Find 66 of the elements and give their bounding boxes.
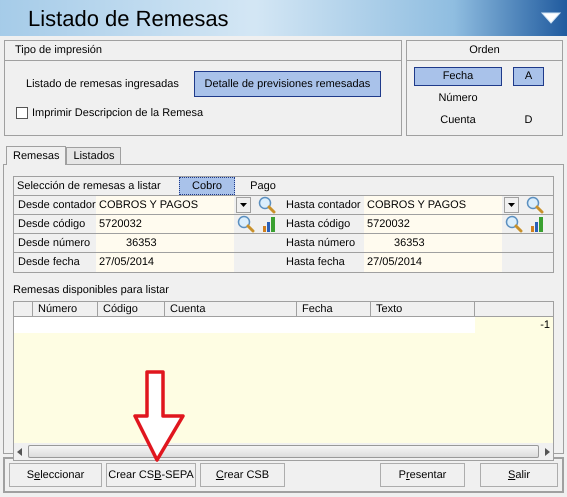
bar-chart-icon[interactable] — [530, 216, 544, 232]
field-label: Hasta código — [285, 216, 352, 232]
magnifier-icon[interactable] — [257, 196, 277, 214]
caret-icon — [508, 203, 515, 207]
field-value: COBROS Y PAGOS — [367, 198, 466, 213]
dropdown-button[interactable] — [504, 197, 519, 213]
bar-chart-icon[interactable] — [262, 216, 276, 232]
checkbox-label: Imprimir Descripcion de la Remesa — [32, 106, 204, 121]
field-value: 5720032 — [367, 216, 410, 232]
input-field[interactable]: 5720032 — [364, 215, 502, 233]
type-option[interactable]: Cobro — [179, 177, 235, 195]
action-button[interactable]: Seleccionar — [9, 463, 102, 487]
input-field[interactable]: 5720032 — [96, 215, 234, 233]
sort-direction-button[interactable]: D — [513, 110, 544, 130]
right-arrow-icon[interactable] — [545, 448, 550, 456]
field-label: Desde contador — [17, 198, 96, 213]
action-button[interactable]: Crear CSB-SEPA — [106, 463, 196, 487]
column-header[interactable]: Código — [98, 302, 165, 316]
field-label: Desde número — [17, 236, 92, 251]
column-header[interactable]: Cuenta — [165, 302, 297, 316]
print-option[interactable]: Listado de remesas ingresadas — [19, 71, 186, 97]
panel-title: Tipo de impresión — [15, 43, 102, 58]
field-label: Desde código — [17, 216, 86, 232]
field-value: 5720032 — [99, 216, 142, 232]
field-value: COBROS Y PAGOS — [99, 198, 198, 213]
left-arrow-icon[interactable] — [17, 448, 22, 456]
tab[interactable]: Listados — [66, 147, 122, 164]
input-field[interactable]: 36353 — [364, 234, 502, 252]
action-button[interactable]: Presentar — [380, 463, 465, 487]
checkbox[interactable] — [16, 107, 28, 120]
magnifier-icon[interactable] — [525, 196, 545, 214]
field-value: 36353 — [394, 236, 425, 251]
field-label: Hasta número — [285, 236, 356, 251]
table-cell-text: -1 — [540, 318, 550, 333]
sort-direction-button[interactable]: A — [513, 66, 544, 86]
field-label: Hasta contador — [285, 198, 362, 213]
field-value: 36353 — [126, 236, 157, 251]
horizontal-scrollbar[interactable] — [14, 443, 553, 460]
order-option[interactable]: Número — [414, 88, 502, 108]
column-header[interactable]: Fecha — [297, 302, 371, 316]
tab[interactable]: Remesas — [6, 146, 66, 165]
input-field[interactable]: 27/05/2014 — [96, 253, 234, 272]
caret-icon — [240, 203, 247, 207]
input-field[interactable]: 27/05/2014 — [364, 253, 502, 272]
field-label: Desde fecha — [17, 255, 81, 270]
panel-title: Orden — [469, 43, 500, 58]
dropdown-button[interactable] — [236, 197, 251, 213]
scroll-thumb[interactable] — [28, 445, 539, 458]
field-value: 27/05/2014 — [367, 255, 422, 270]
print-option[interactable]: Detalle de previsiones remesadas — [194, 71, 381, 97]
window-title: Listado de Remesas — [28, 4, 229, 32]
order-option[interactable]: Fecha — [414, 66, 502, 86]
table-title: Remesas disponibles para listar — [13, 284, 169, 296]
action-button[interactable]: Salir — [480, 463, 558, 487]
panel-title: Selección de remesas a listar — [16, 178, 162, 194]
type-option[interactable]: Pago — [235, 177, 291, 195]
chevron-down-icon[interactable] — [541, 12, 561, 24]
field-value: 27/05/2014 — [99, 255, 154, 270]
input-field[interactable]: COBROS Y PAGOS — [364, 196, 502, 214]
input-field[interactable]: 36353 — [96, 234, 234, 252]
input-field[interactable]: COBROS Y PAGOS — [96, 196, 234, 214]
column-header[interactable]: Número — [33, 302, 98, 316]
order-option[interactable]: Cuenta — [414, 110, 502, 130]
column-header[interactable]: Texto — [371, 302, 475, 316]
field-label: Hasta fecha — [285, 255, 346, 270]
action-button[interactable]: Crear CSB — [200, 463, 285, 487]
